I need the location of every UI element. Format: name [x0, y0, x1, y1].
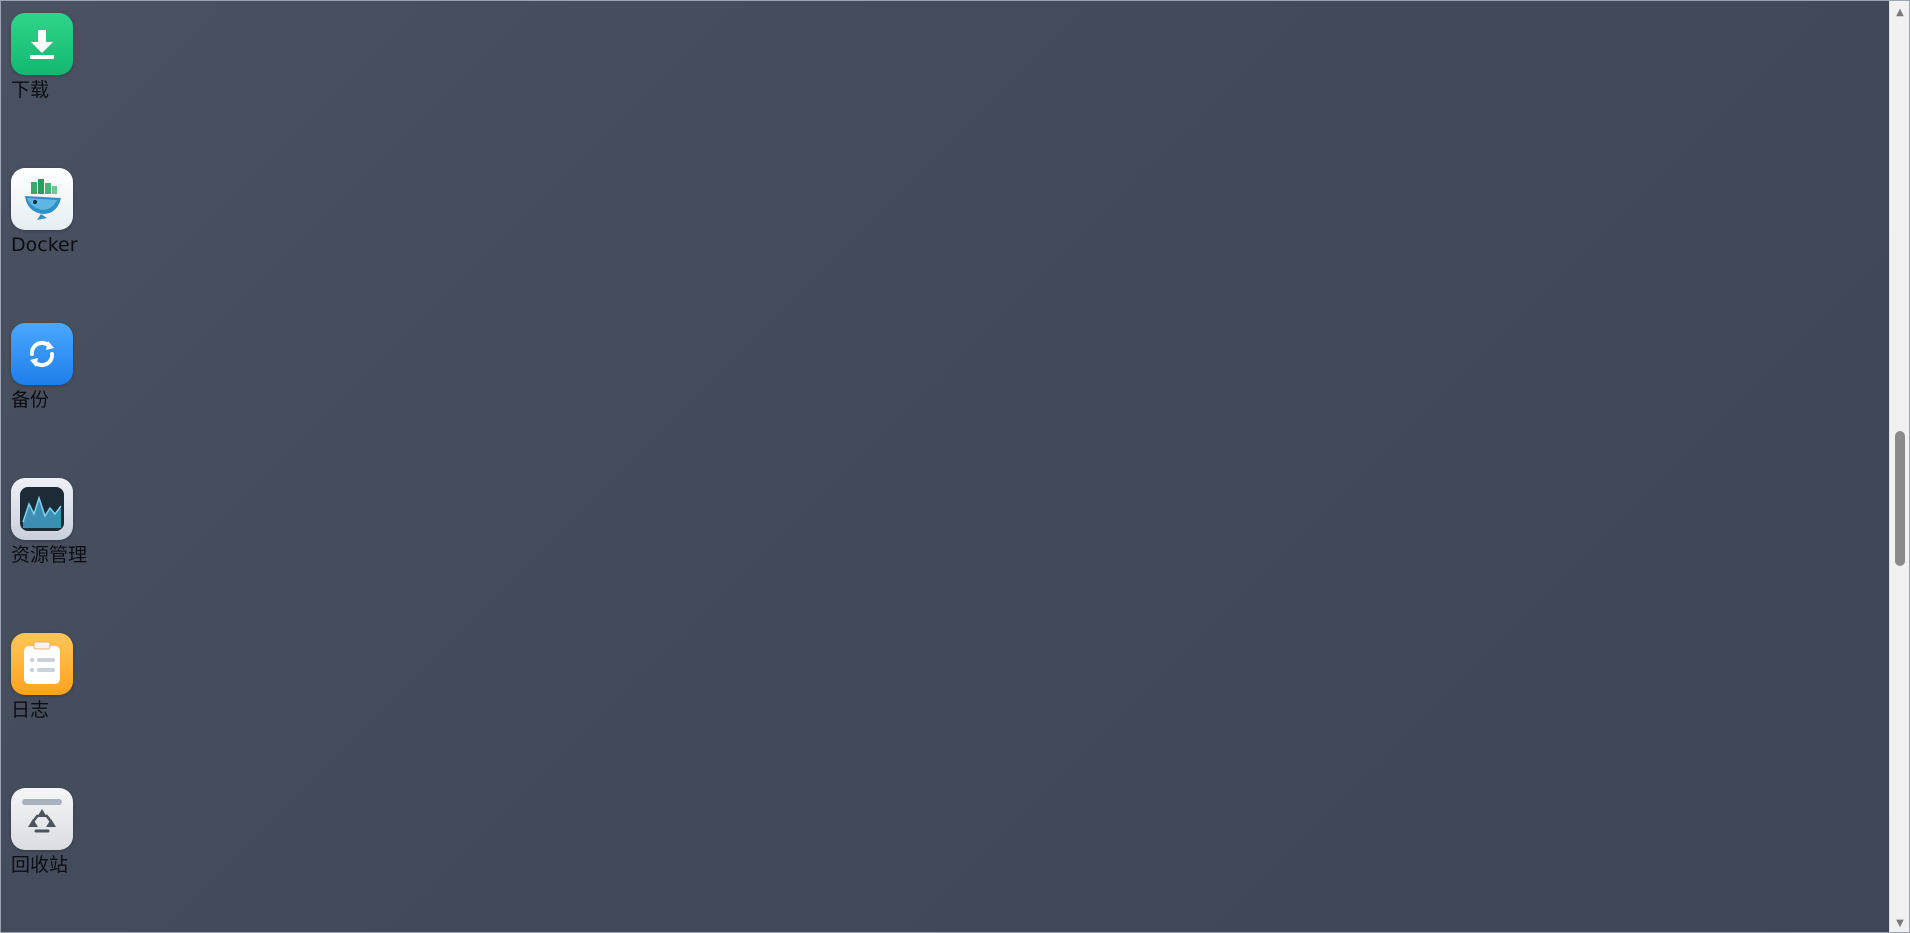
app-label: Docker: [11, 234, 78, 256]
download-icon: [11, 13, 73, 75]
vertical-scrollbar[interactable]: ▲ ▼: [1889, 1, 1909, 932]
app-label: 回收站: [11, 854, 69, 876]
resource-monitor-icon: [11, 478, 73, 540]
app-download[interactable]: 下载: [11, 13, 121, 101]
app-label: 备份: [11, 389, 50, 411]
scroll-thumb[interactable]: [1895, 431, 1905, 566]
docker-icon: [11, 168, 73, 230]
app-label: 日志: [11, 699, 50, 721]
desktop-area: 下载 Docker 备份 资源管理 日志 回收站: [1, 1, 1891, 932]
app-label: 资源管理: [11, 544, 88, 566]
app-log[interactable]: 日志: [11, 633, 121, 721]
app-resource-monitor[interactable]: 资源管理: [11, 478, 121, 566]
app-recycle-bin[interactable]: 回收站: [11, 788, 121, 876]
scroll-down-arrow-icon[interactable]: ▼: [1890, 914, 1909, 932]
backup-sync-icon: [11, 323, 73, 385]
log-clipboard-icon: [11, 633, 73, 695]
scroll-up-arrow-icon[interactable]: ▲: [1890, 3, 1909, 21]
recycle-bin-icon: [11, 788, 73, 850]
app-docker[interactable]: Docker: [11, 168, 121, 256]
app-label: 下载: [11, 79, 50, 101]
app-backup[interactable]: 备份: [11, 323, 121, 411]
desktop-window: 下载 Docker 备份 资源管理 日志 回收站 ▲ ▼: [0, 0, 1910, 933]
